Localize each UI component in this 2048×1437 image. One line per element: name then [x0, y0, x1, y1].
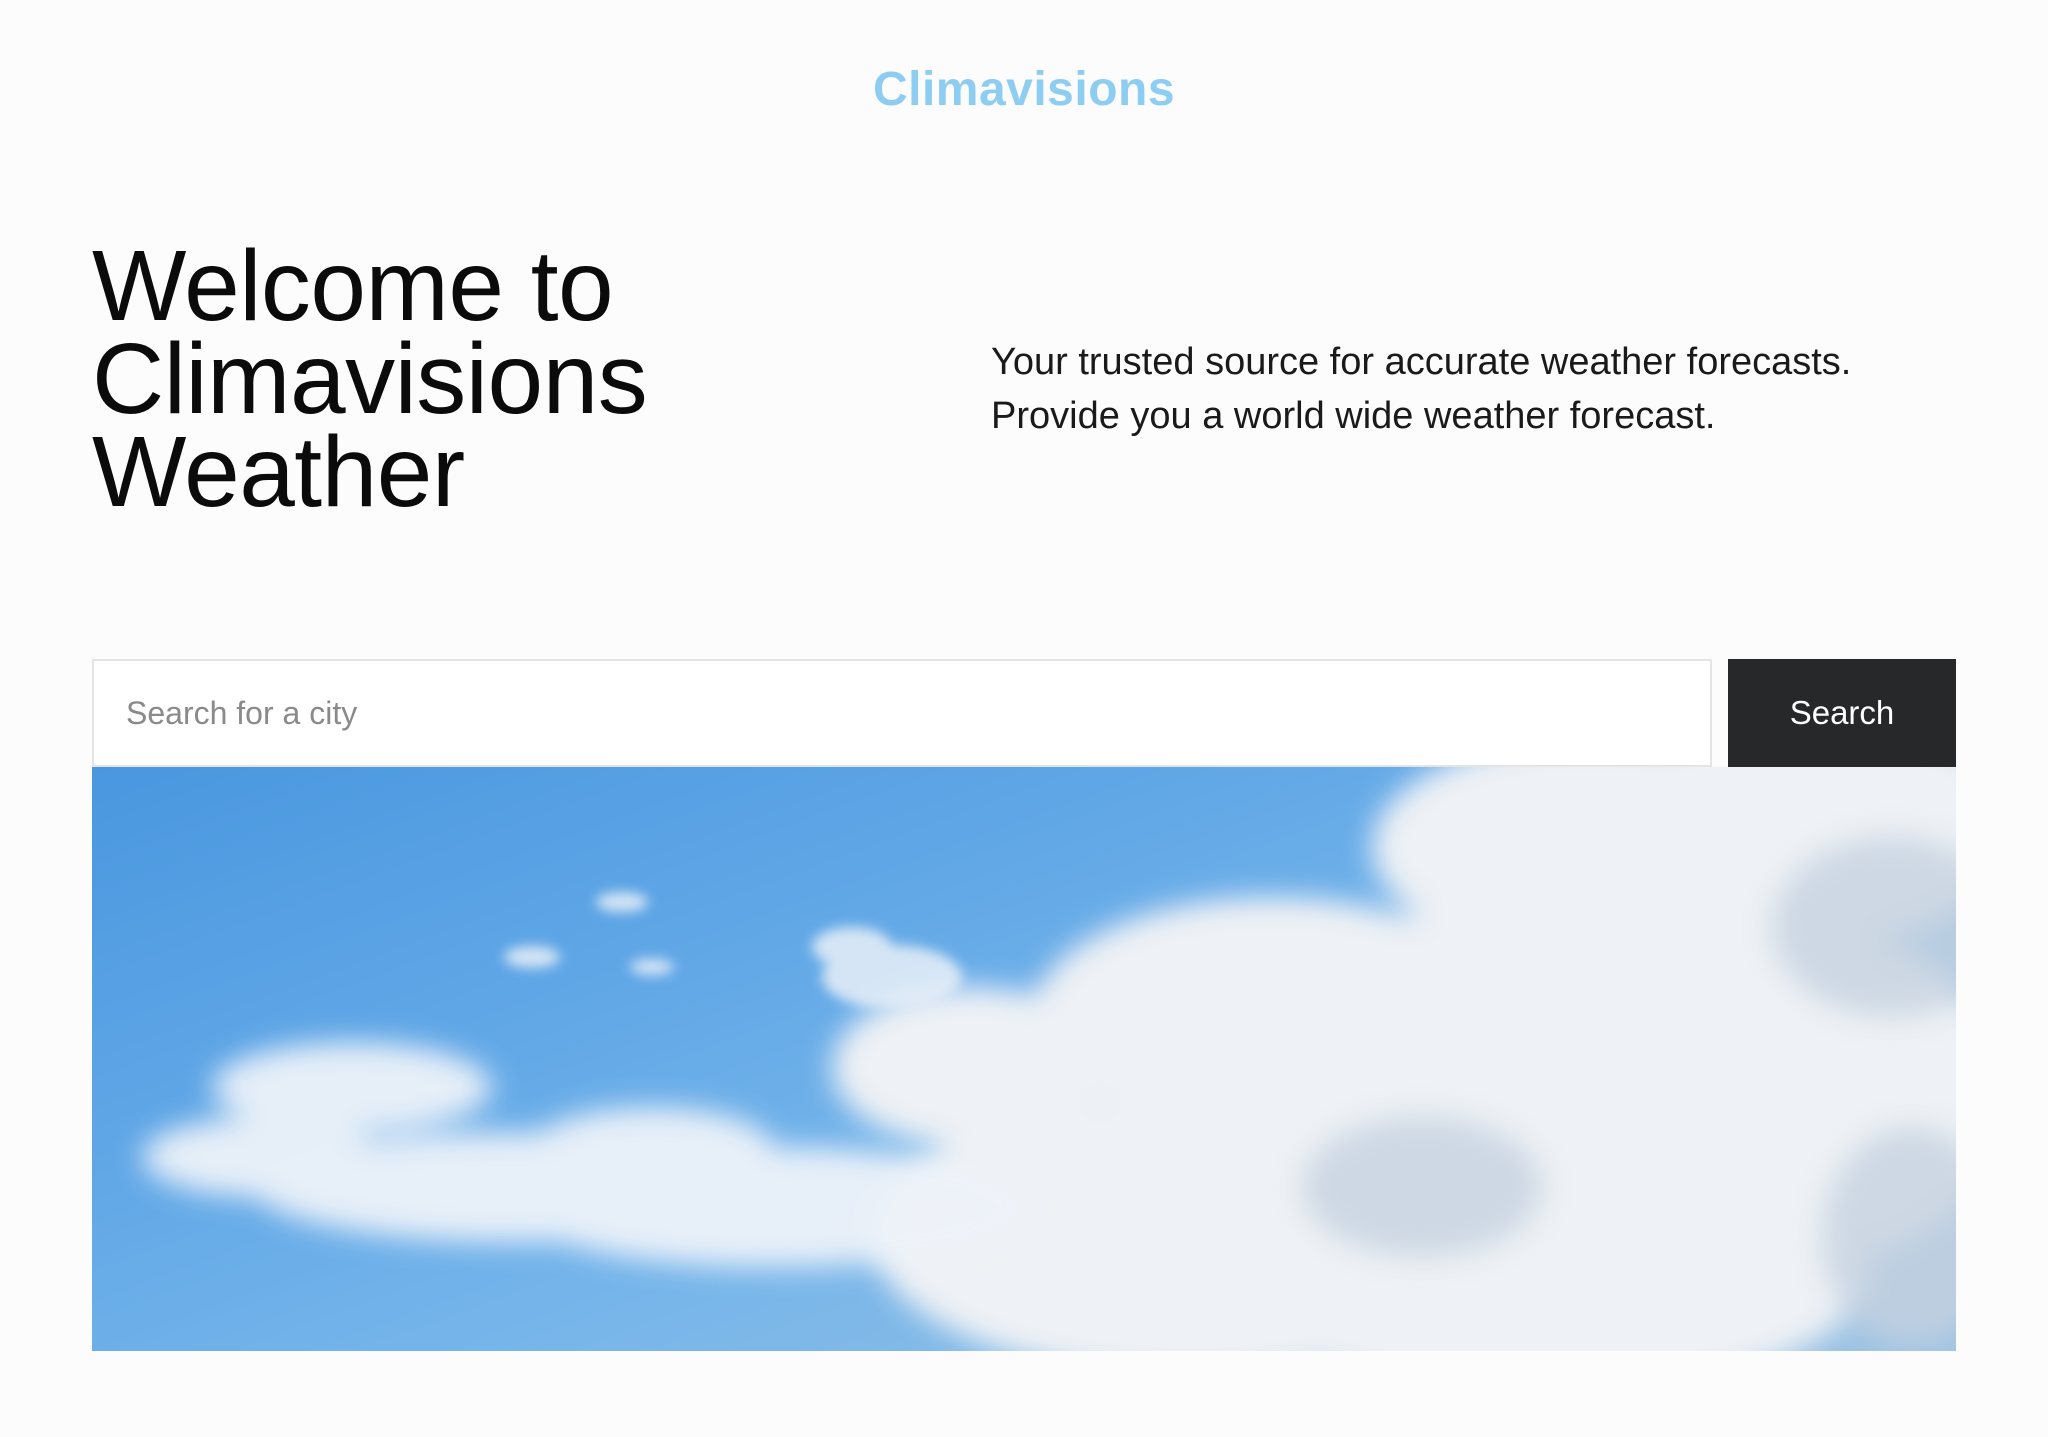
city-search-input[interactable] [92, 659, 1712, 767]
hero-title-line: Welcome to [92, 230, 614, 342]
hero-title-line: Climavisions [92, 323, 648, 435]
tagline-line: Provide you a world wide weather forecas… [991, 395, 1716, 437]
hero-title: Welcome to Climavisions Weather [92, 230, 852, 528]
site-logo[interactable]: Climavisions [0, 60, 2048, 120]
hero-title-line: Weather [92, 416, 465, 528]
sky-clouds-image [92, 767, 1956, 1351]
tagline-line: Your trusted source for accurate weather… [991, 341, 1852, 383]
clouds-illustration [142, 767, 1956, 1351]
hero-tagline: Your trusted source for accurate weather… [991, 335, 1991, 443]
search-button[interactable]: Search [1728, 659, 1956, 767]
